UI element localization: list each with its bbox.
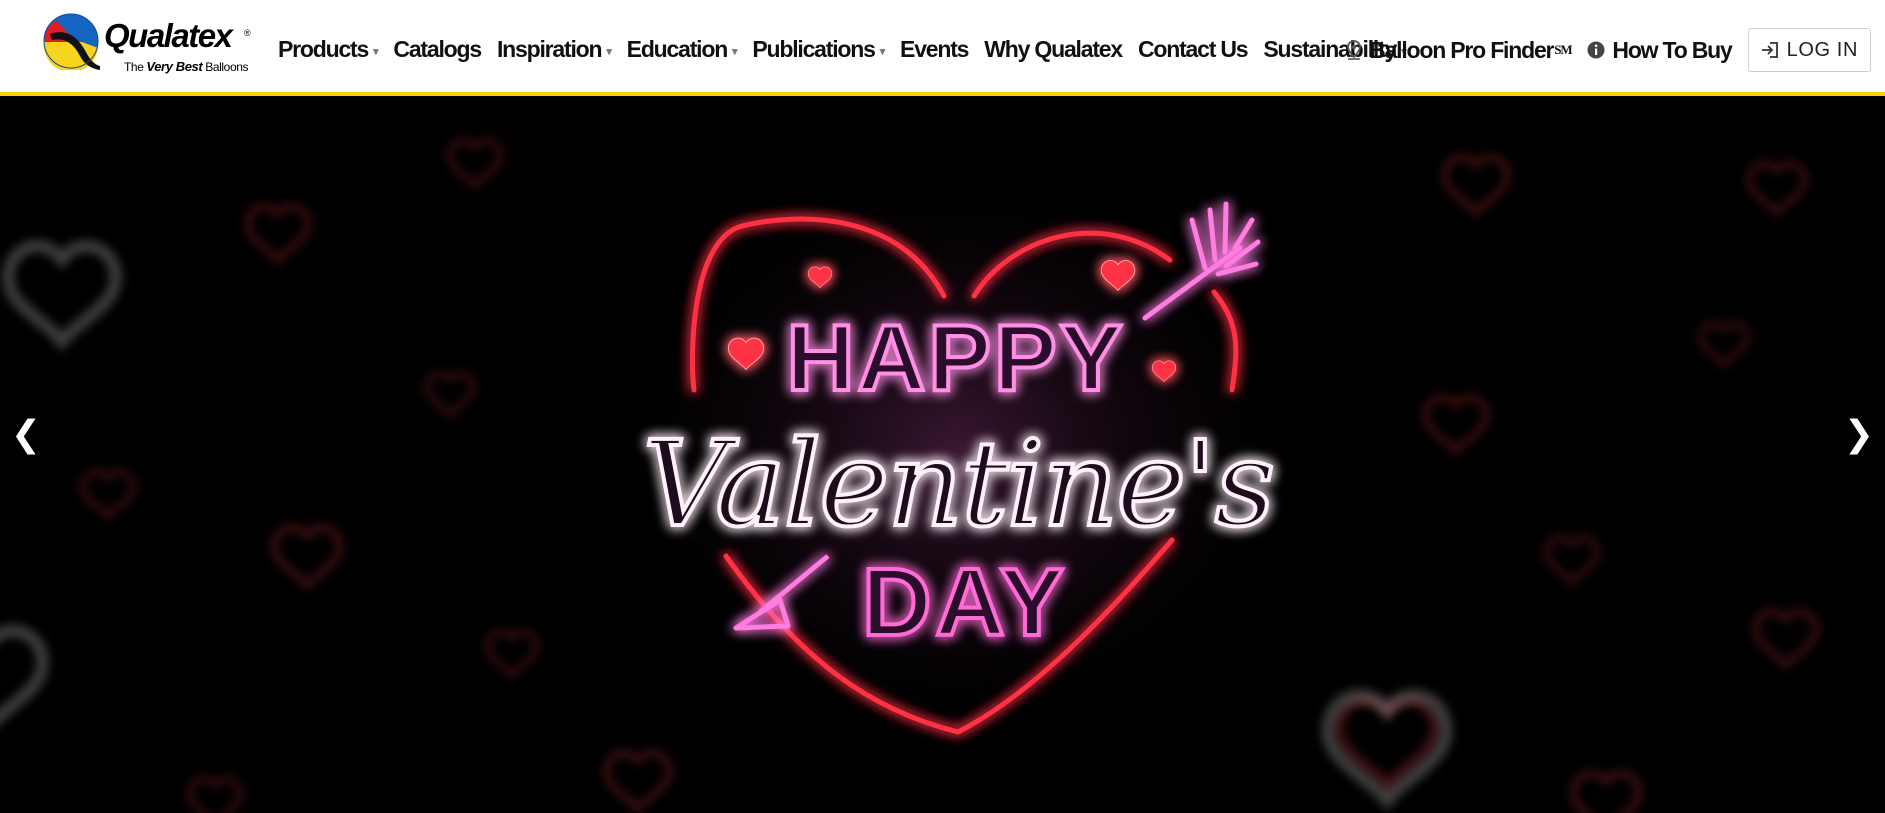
main-nav: Products ▾ Catalogs Inspiration ▾ Educatio…	[278, 31, 1421, 67]
chevron-down-icon: ▾	[373, 45, 379, 58]
nav-publications[interactable]: Publications ▾	[752, 36, 886, 63]
how-to-buy-link[interactable]: How To Buy	[1587, 37, 1733, 64]
sign-in-icon	[1761, 42, 1778, 58]
info-icon	[1587, 41, 1605, 59]
map-pin-icon	[1347, 40, 1362, 60]
hero-carousel: HAPPY Valentine's DAY ❮ ❯	[0, 100, 1885, 813]
utility-nav: Balloon Pro Finder SM How To Buy LOG IN	[1330, 28, 1871, 72]
chevron-down-icon: ▾	[606, 45, 612, 58]
nav-catalogs[interactable]: Catalogs	[393, 36, 482, 63]
headline-happy: HAPPY	[787, 305, 1126, 410]
chevron-down-icon: ▾	[879, 45, 886, 58]
nav-education[interactable]: Education ▾	[627, 36, 738, 63]
nav-contact-us[interactable]: Contact Us	[1138, 36, 1249, 63]
headline-valentines: Valentine's	[643, 415, 1273, 553]
balloon-logo-icon	[43, 13, 100, 70]
registered-mark: ®	[244, 28, 251, 38]
headline-day: DAY	[862, 549, 1068, 656]
carousel-prev-button[interactable]: ❮	[6, 405, 46, 465]
login-button[interactable]: LOG IN	[1747, 28, 1871, 72]
brand-wordmark: Qualatex	[104, 17, 233, 54]
nav-inspiration[interactable]: Inspiration ▾	[497, 36, 612, 63]
balloon-pro-finder-link[interactable]: Balloon Pro Finder SM	[1346, 37, 1573, 64]
brand-tagline: The Very Best Balloons	[124, 59, 249, 74]
carousel-next-button[interactable]: ❯	[1839, 405, 1879, 465]
nav-events[interactable]: Events	[900, 36, 969, 63]
site-header: Qualatex ® The Very Best Balloons Produc…	[0, 0, 1885, 96]
nav-products[interactable]: Products ▾	[278, 36, 379, 63]
qualatex-logo[interactable]: Qualatex ® The Very Best Balloons	[42, 12, 251, 76]
nav-why-qualatex[interactable]: Why Qualatex	[984, 36, 1123, 63]
valentines-banner-image: HAPPY Valentine's DAY	[0, 100, 1885, 813]
chevron-down-icon: ▾	[732, 45, 738, 58]
